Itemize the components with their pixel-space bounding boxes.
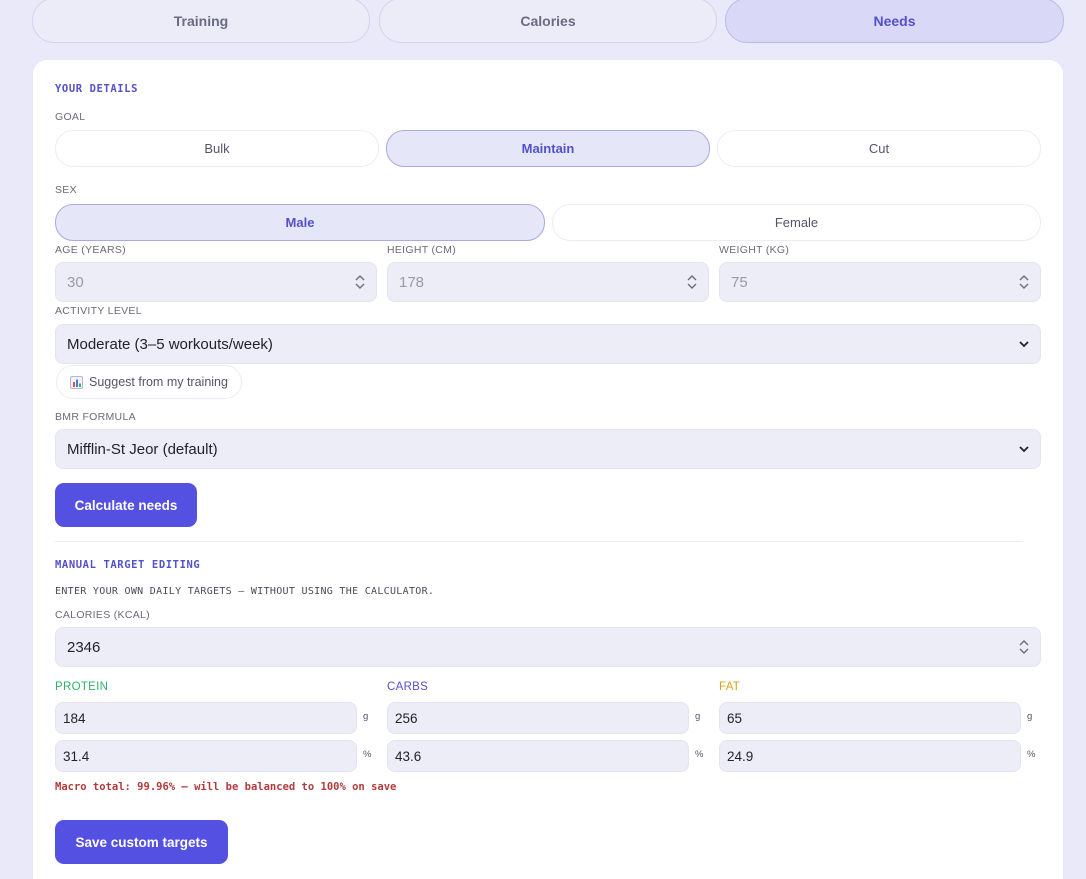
tab-bar: Training Calories Needs [32, 0, 1064, 43]
protein-grams-input[interactable]: 184 [55, 702, 357, 734]
calories-label: CALORIES (KCAL) [55, 609, 150, 621]
goal-cut-button[interactable]: Cut [717, 130, 1041, 167]
up-down-spinner-icon[interactable] [1018, 639, 1030, 655]
your-details-title: YOUR DETAILS [55, 83, 139, 95]
fat-grams-input[interactable]: 65 [719, 702, 1021, 734]
protein-percent-unit: % [363, 749, 372, 760]
carbs-grams-unit: g [695, 711, 701, 722]
up-down-spinner-icon[interactable] [686, 274, 698, 290]
protein-grams-unit: g [363, 711, 369, 722]
section-divider [55, 541, 1023, 542]
bmr-value: Mifflin-St Jeor (default) [67, 440, 218, 458]
height-label: HEIGHT (CM) [387, 244, 457, 256]
activity-select[interactable]: Moderate (3–5 workouts/week) [55, 324, 1041, 364]
carbs-grams-input[interactable]: 256 [387, 702, 689, 734]
tab-training[interactable]: Training [32, 0, 370, 43]
sex-female-button[interactable]: Female [552, 204, 1041, 241]
bar-chart-icon [70, 375, 83, 389]
calculate-needs-button[interactable]: Calculate needs [55, 483, 197, 527]
goal-label: GOAL [55, 111, 86, 123]
carbs-percent-value: 43.6 [395, 748, 422, 764]
protein-percent-input[interactable]: 31.4 [55, 740, 357, 772]
activity-value: Moderate (3–5 workouts/week) [67, 335, 273, 353]
height-input[interactable]: 178 [387, 262, 709, 302]
age-label: AGE (YEARS) [55, 244, 126, 256]
suggest-label: Suggest from my training [89, 375, 228, 389]
save-custom-targets-button[interactable]: Save custom targets [55, 820, 228, 864]
suggest-from-training-button[interactable]: Suggest from my training [56, 365, 242, 399]
fat-percent-unit: % [1027, 749, 1036, 760]
weight-label: WEIGHT (KG) [719, 244, 790, 256]
sex-label: SEX [55, 184, 77, 196]
protein-label: PROTEIN [55, 681, 109, 693]
protein-percent-value: 31.4 [63, 748, 90, 764]
protein-grams-value: 184 [63, 710, 86, 726]
chevron-down-icon [1019, 446, 1029, 453]
goal-maintain-button[interactable]: Maintain [386, 130, 710, 167]
calories-value: 2346 [67, 638, 101, 656]
bmr-formula-select[interactable]: Mifflin-St Jeor (default) [55, 429, 1041, 469]
fat-label: FAT [719, 681, 741, 693]
calories-input[interactable]: 2346 [55, 627, 1041, 667]
manual-target-subtitle: ENTER YOUR OWN DAILY TARGETS — WITHOUT U… [55, 586, 435, 597]
activity-label: ACTIVITY LEVEL [55, 305, 142, 317]
carbs-percent-input[interactable]: 43.6 [387, 740, 689, 772]
manual-target-title: MANUAL TARGET EDITING [55, 559, 201, 571]
age-value: 30 [67, 273, 84, 291]
weight-input[interactable]: 75 [719, 262, 1041, 302]
fat-grams-value: 65 [727, 710, 743, 726]
weight-value: 75 [731, 273, 748, 291]
up-down-spinner-icon[interactable] [1018, 274, 1030, 290]
carbs-grams-value: 256 [395, 710, 418, 726]
bmr-label: BMR FORMULA [55, 411, 136, 423]
macro-total-warning: Macro total: 99.96% — will be balanced t… [55, 781, 397, 793]
tab-calories[interactable]: Calories [379, 0, 717, 43]
needs-card: YOUR DETAILS GOAL Bulk Maintain Cut SEX … [33, 60, 1063, 879]
sex-male-button[interactable]: Male [55, 204, 545, 241]
carbs-label: CARBS [387, 681, 429, 693]
fat-percent-value: 24.9 [727, 748, 754, 764]
chevron-down-icon [1019, 341, 1029, 348]
fat-percent-input[interactable]: 24.9 [719, 740, 1021, 772]
fat-grams-unit: g [1027, 711, 1033, 722]
tab-needs[interactable]: Needs [725, 0, 1064, 43]
height-value: 178 [399, 273, 425, 291]
up-down-spinner-icon[interactable] [354, 274, 366, 290]
goal-bulk-button[interactable]: Bulk [55, 130, 379, 167]
age-input[interactable]: 30 [55, 262, 377, 302]
carbs-percent-unit: % [695, 749, 704, 760]
